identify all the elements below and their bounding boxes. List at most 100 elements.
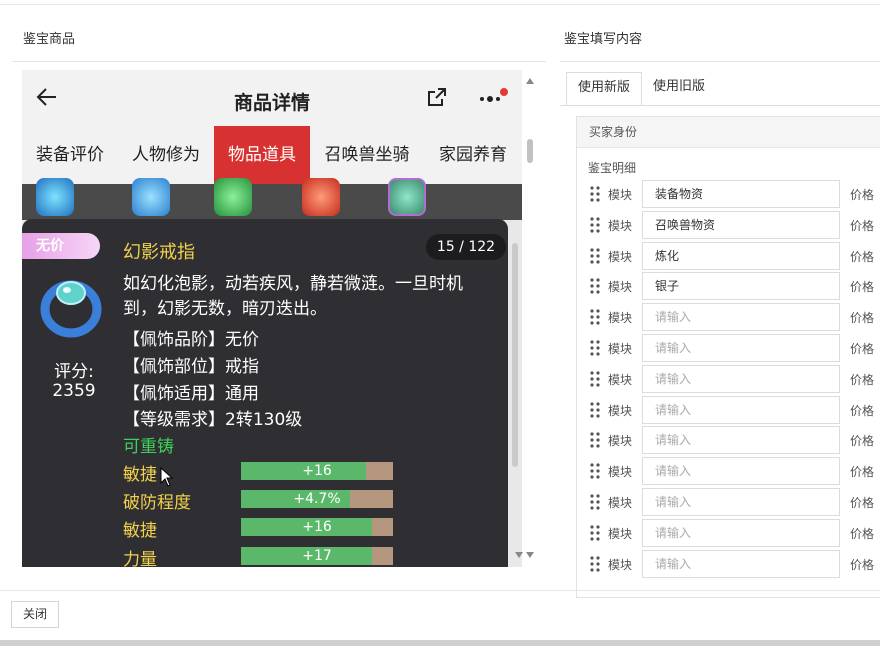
scrollbar-thumb[interactable] <box>527 139 533 163</box>
top-border <box>0 4 880 5</box>
module-label: 模块 <box>608 219 633 233</box>
module-label: 模块 <box>608 373 633 387</box>
module-row: 模块 召唤兽物资 价格 <box>588 211 880 239</box>
close-button[interactable]: 关闭 <box>11 601 59 628</box>
module-row: 模块 装备物资 价格 <box>588 180 880 208</box>
tab-character-cultivation[interactable]: 人物修为 <box>118 126 214 184</box>
price-label: 价格 <box>850 219 875 233</box>
module-row: 模块 请输入 价格 <box>588 550 880 578</box>
module-input[interactable]: 请输入 <box>642 488 840 516</box>
drag-handle-icon[interactable] <box>590 371 600 387</box>
ring-item-icon[interactable] <box>388 178 426 216</box>
item-description: 如幻化泡影，动若疾风，静若微涟。一旦时机到，幻影无数，暗刃迭出。 <box>123 274 463 319</box>
module-input[interactable]: 装备物资 <box>642 180 840 208</box>
gem-blue-icon[interactable] <box>36 178 74 216</box>
attr-usage: 【佩饰适用】通用 <box>123 384 259 404</box>
price-label: 价格 <box>850 558 875 572</box>
tab-items[interactable]: 物品道具 <box>214 126 310 184</box>
drag-handle-icon[interactable] <box>590 186 600 202</box>
mouse-cursor-icon <box>160 467 174 487</box>
module-input[interactable]: 请输入 <box>642 396 840 424</box>
stat-bar: +4.7% <box>241 490 393 508</box>
tab-new-version[interactable]: 使用新版 <box>566 72 643 106</box>
price-label: 价格 <box>850 404 875 418</box>
notification-dot <box>500 88 508 96</box>
price-label: 价格 <box>850 311 875 325</box>
drag-handle-icon[interactable] <box>590 402 600 418</box>
price-label: 价格 <box>850 496 875 510</box>
module-input[interactable]: 银子 <box>642 272 840 300</box>
gem-green-icon[interactable] <box>214 178 252 216</box>
module-row: 模块 请输入 价格 <box>588 334 880 362</box>
right-panel-title: 鉴宝填写内容 <box>564 32 643 47</box>
module-input[interactable]: 请输入 <box>642 457 840 485</box>
gem-crystal-icon[interactable] <box>132 178 170 216</box>
module-label: 模块 <box>608 496 633 510</box>
module-row: 模块 请输入 价格 <box>588 426 880 454</box>
price-label: 价格 <box>850 373 875 387</box>
module-input[interactable]: 炼化 <box>642 242 840 270</box>
attr-slot: 【佩饰部位】戒指 <box>123 357 259 377</box>
module-label: 模块 <box>608 188 633 202</box>
stat-value: +16 <box>302 463 332 479</box>
price-label: 价格 <box>850 280 875 294</box>
drag-handle-icon[interactable] <box>590 556 600 572</box>
drag-handle-icon[interactable] <box>590 278 600 294</box>
module-row: 模块 请输入 价格 <box>588 457 880 485</box>
tooltip-scrollbar[interactable] <box>512 243 518 467</box>
tab-equipment-review[interactable]: 装备评价 <box>22 126 118 184</box>
phone-tab-bar: 装备评价 人物修为 物品道具 召唤兽坐骑 家园养育 <box>22 126 522 185</box>
form-tab-divider <box>560 105 880 106</box>
module-input[interactable]: 召唤兽物资 <box>642 211 840 239</box>
scroll-up-arrow-icon[interactable] <box>526 78 534 84</box>
module-input[interactable]: 请输入 <box>642 426 840 454</box>
buyer-section-label: 买家身份 <box>589 125 638 139</box>
module-input[interactable]: 请输入 <box>642 519 840 547</box>
module-label: 模块 <box>608 434 633 448</box>
stat-name: 破防程度 <box>123 493 191 513</box>
tooltip-scroll-down-arrow-icon[interactable] <box>515 552 523 558</box>
drag-handle-icon[interactable] <box>590 432 600 448</box>
drag-handle-icon[interactable] <box>590 248 600 264</box>
module-label: 模块 <box>608 404 633 418</box>
scroll-down-arrow-icon[interactable] <box>526 552 534 558</box>
drag-handle-icon[interactable] <box>590 340 600 356</box>
module-input[interactable]: 请输入 <box>642 550 840 578</box>
ring-icon <box>40 280 102 338</box>
module-label: 模块 <box>608 558 633 572</box>
module-row: 模块 请输入 价格 <box>588 488 880 516</box>
stat-bar: +16 <box>241 518 393 536</box>
stat-value: +16 <box>302 519 332 535</box>
tab-old-version[interactable]: 使用旧版 <box>642 72 716 106</box>
tab-summons-mounts[interactable]: 召唤兽坐骑 <box>310 126 424 184</box>
stat-name: 力量 <box>123 550 157 570</box>
module-row: 模块 银子 价格 <box>588 272 880 300</box>
module-label: 模块 <box>608 280 633 294</box>
more-options-icon[interactable] <box>478 88 508 110</box>
phone-header: 商品详情 <box>22 70 522 126</box>
gem-red-icon[interactable] <box>302 178 340 216</box>
drag-handle-icon[interactable] <box>590 463 600 479</box>
detail-section-label: 鉴宝明细 <box>588 161 637 175</box>
price-label: 价格 <box>850 342 875 356</box>
module-input[interactable]: 请输入 <box>642 365 840 393</box>
module-row: 模块 请输入 价格 <box>588 519 880 547</box>
drag-handle-icon[interactable] <box>590 309 600 325</box>
price-label: 价格 <box>850 465 875 479</box>
tab-home[interactable]: 家园养育 <box>424 126 522 184</box>
module-input[interactable]: 请输入 <box>642 303 840 331</box>
left-divider <box>12 61 546 62</box>
preview-scrollbar[interactable] <box>525 76 535 566</box>
drag-handle-icon[interactable] <box>590 494 600 510</box>
reforge-label: 可重铸 <box>123 437 174 457</box>
item-tooltip: 无价 评分: 2359 幻影戒指 15 / 122 如幻化泡影，动若疾风，静若微… <box>22 219 518 570</box>
share-icon[interactable] <box>426 86 448 108</box>
drag-handle-icon[interactable] <box>590 525 600 541</box>
item-pager: 15 / 122 <box>426 234 506 260</box>
module-input[interactable]: 请输入 <box>642 334 840 362</box>
price-label: 价格 <box>850 434 875 448</box>
left-panel-title: 鉴宝商品 <box>23 32 76 47</box>
drag-handle-icon[interactable] <box>590 217 600 233</box>
stat-bar: +17 <box>241 547 393 565</box>
module-row: 模块 炼化 价格 <box>588 242 880 270</box>
